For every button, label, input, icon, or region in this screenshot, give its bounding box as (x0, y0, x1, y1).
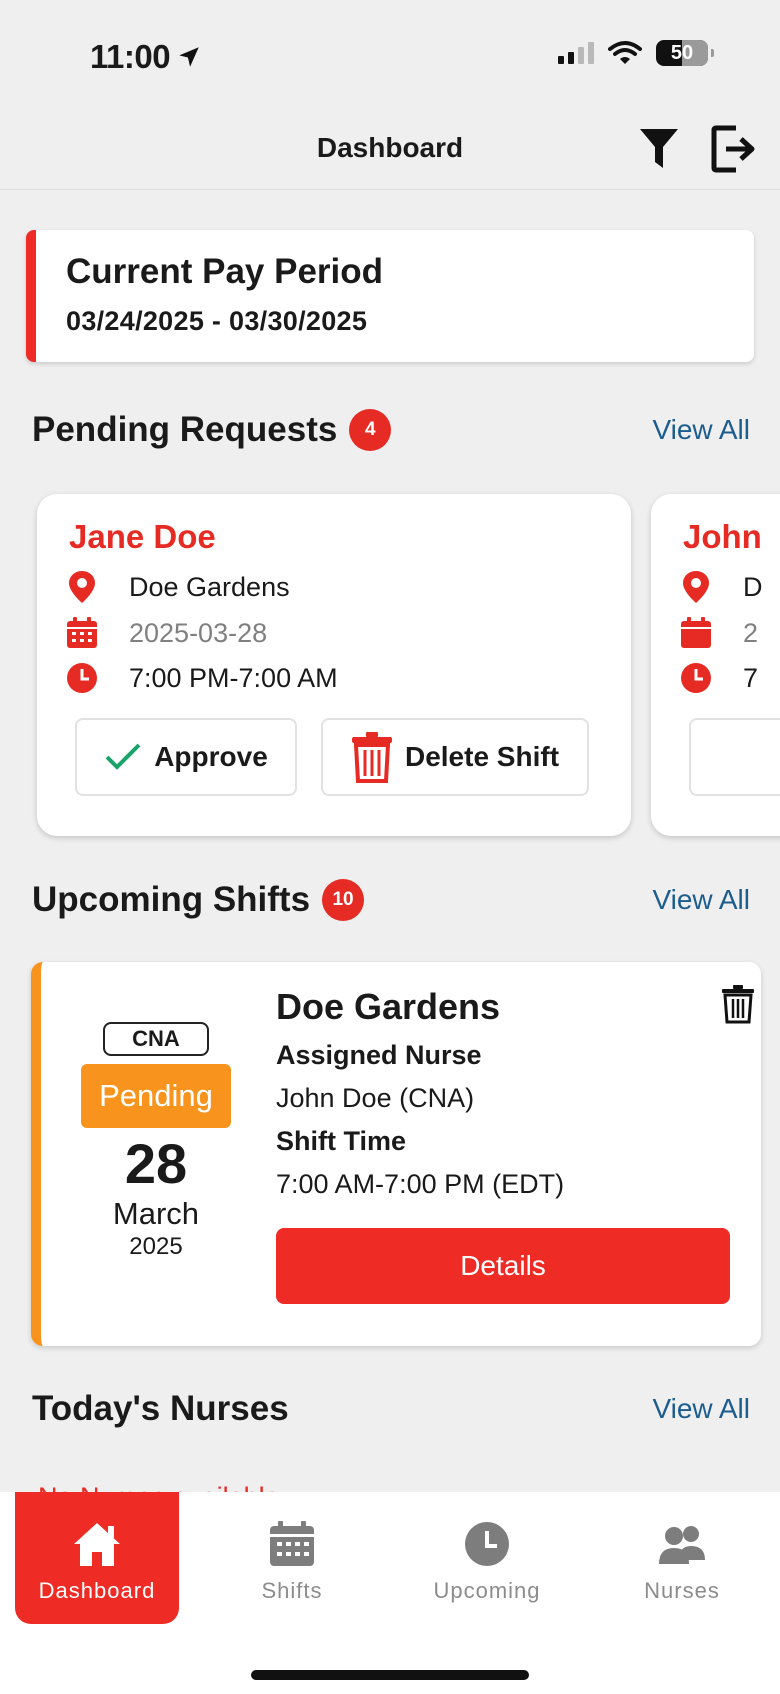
shift-time-value: 7:00 AM-7:00 PM (EDT) (276, 1169, 565, 1199)
clock-icon (679, 661, 713, 695)
approve-button[interactable]: Approve (75, 718, 297, 796)
tab-label: Nurses (644, 1578, 720, 1603)
tab-label: Upcoming (433, 1578, 541, 1603)
calendar-icon (679, 616, 713, 650)
calendar-icon (65, 616, 99, 650)
pay-period-range: 03/24/2025 - 03/30/2025 (66, 306, 368, 336)
role-badge: CNA (103, 1022, 209, 1056)
map-pin-icon (679, 570, 713, 604)
tab-upcoming[interactable]: Upcoming (405, 1492, 569, 1624)
map-pin-icon (65, 570, 99, 604)
pending-view-all-link[interactable]: View All (652, 414, 750, 446)
shift-year: 2025 (129, 1233, 183, 1260)
users-icon (659, 1526, 705, 1564)
upcoming-view-all-link[interactable]: View All (652, 884, 750, 916)
status-time: 11:00 (90, 38, 202, 76)
battery-level: 50 (670, 41, 694, 64)
clock-text: 11:00 (90, 38, 171, 75)
pay-period-card: Current Pay Period 03/24/2025 - 03/30/20… (26, 230, 754, 362)
app-header: Dashboard (0, 110, 780, 190)
logout-icon[interactable] (710, 124, 756, 174)
pending-request-card: Jane Doe Doe Gardens 2025-03-28 7:00 PM-… (37, 494, 631, 836)
shift-time: 7 (743, 662, 759, 693)
tab-nurses[interactable]: Nurses (600, 1492, 764, 1624)
clock-icon (65, 661, 99, 695)
battery-icon: 50 (656, 40, 714, 66)
tab-shifts[interactable]: Shifts (210, 1492, 374, 1624)
approve-button[interactable] (689, 718, 780, 796)
shift-date-block: CNA Pending 28 March 2025 (81, 1022, 231, 1262)
tab-dashboard[interactable]: Dashboard (15, 1492, 179, 1624)
wifi-icon (608, 41, 642, 64)
trash-icon (351, 732, 392, 783)
check-icon (105, 743, 141, 770)
location-arrow-icon (179, 47, 199, 67)
tab-label: Shifts (261, 1578, 323, 1603)
details-button[interactable]: Details (276, 1228, 730, 1304)
assigned-nurse-value: John Doe (CNA) (276, 1083, 475, 1113)
facility-row: Doe Gardens (65, 570, 290, 604)
todays-nurses-header: Today's Nurses View All (32, 1384, 750, 1434)
assigned-nurse-label: Assigned Nurse (276, 1040, 482, 1070)
date-row: 2025-03-28 (65, 616, 267, 650)
calendar-icon (270, 1521, 314, 1566)
time-row: 7 (679, 661, 758, 695)
delete-shift-icon[interactable] (721, 984, 755, 1024)
facility-row: D (679, 570, 763, 604)
shift-date: 2 (743, 617, 759, 648)
time-row: 7:00 PM-7:00 AM (65, 661, 338, 695)
approve-label: Approve (154, 741, 268, 772)
clock-icon (465, 1522, 509, 1566)
facility-name: Doe Gardens (276, 986, 501, 1027)
bottom-tab-bar: Dashboard Shifts Upcoming Nurses (0, 1492, 780, 1694)
home-icon (74, 1523, 120, 1566)
pending-count-badge: 4 (349, 409, 392, 451)
home-indicator (251, 1670, 529, 1680)
status-badge: Pending (81, 1064, 231, 1128)
section-title: Today's Nurses (32, 1389, 289, 1428)
nurse-name: John (683, 518, 762, 555)
pending-request-card: John D 2 7 (651, 494, 780, 836)
nurses-view-all-link[interactable]: View All (652, 1393, 750, 1425)
upcoming-count-badge: 10 (322, 879, 365, 921)
shift-day: 28 (124, 1132, 188, 1195)
shift-date: 2025-03-28 (129, 617, 268, 648)
shift-time-label: Shift Time (276, 1126, 407, 1156)
nurse-name: Jane Doe (69, 518, 216, 555)
pay-period-title: Current Pay Period (66, 252, 384, 291)
cellular-signal-icon (558, 42, 594, 64)
section-title: Pending Requests (32, 410, 338, 449)
filter-icon[interactable] (638, 126, 680, 172)
delete-shift-label: Delete Shift (404, 741, 560, 772)
upcoming-shifts-header: Upcoming Shifts 10 View All (32, 875, 750, 925)
shift-time: 7:00 PM-7:00 AM (129, 662, 338, 693)
delete-shift-button[interactable]: Delete Shift (321, 718, 589, 796)
date-row: 2 (679, 616, 758, 650)
shift-info: Doe Gardens Assigned Nurse John Doe (CNA… (276, 986, 736, 1200)
shift-month: March (112, 1196, 200, 1231)
facility-name: Doe Gardens (129, 571, 290, 602)
facility-name: D (743, 571, 763, 602)
pending-requests-header: Pending Requests 4 View All (32, 405, 750, 455)
section-title: Upcoming Shifts (32, 880, 311, 919)
empty-nurses-message: No Nurses available (38, 1482, 280, 1492)
tab-label: Dashboard (38, 1578, 156, 1603)
status-bar: 11:00 50 (0, 0, 780, 110)
upcoming-shift-card: CNA Pending 28 March 2025 Doe Gardens As… (31, 962, 761, 1346)
